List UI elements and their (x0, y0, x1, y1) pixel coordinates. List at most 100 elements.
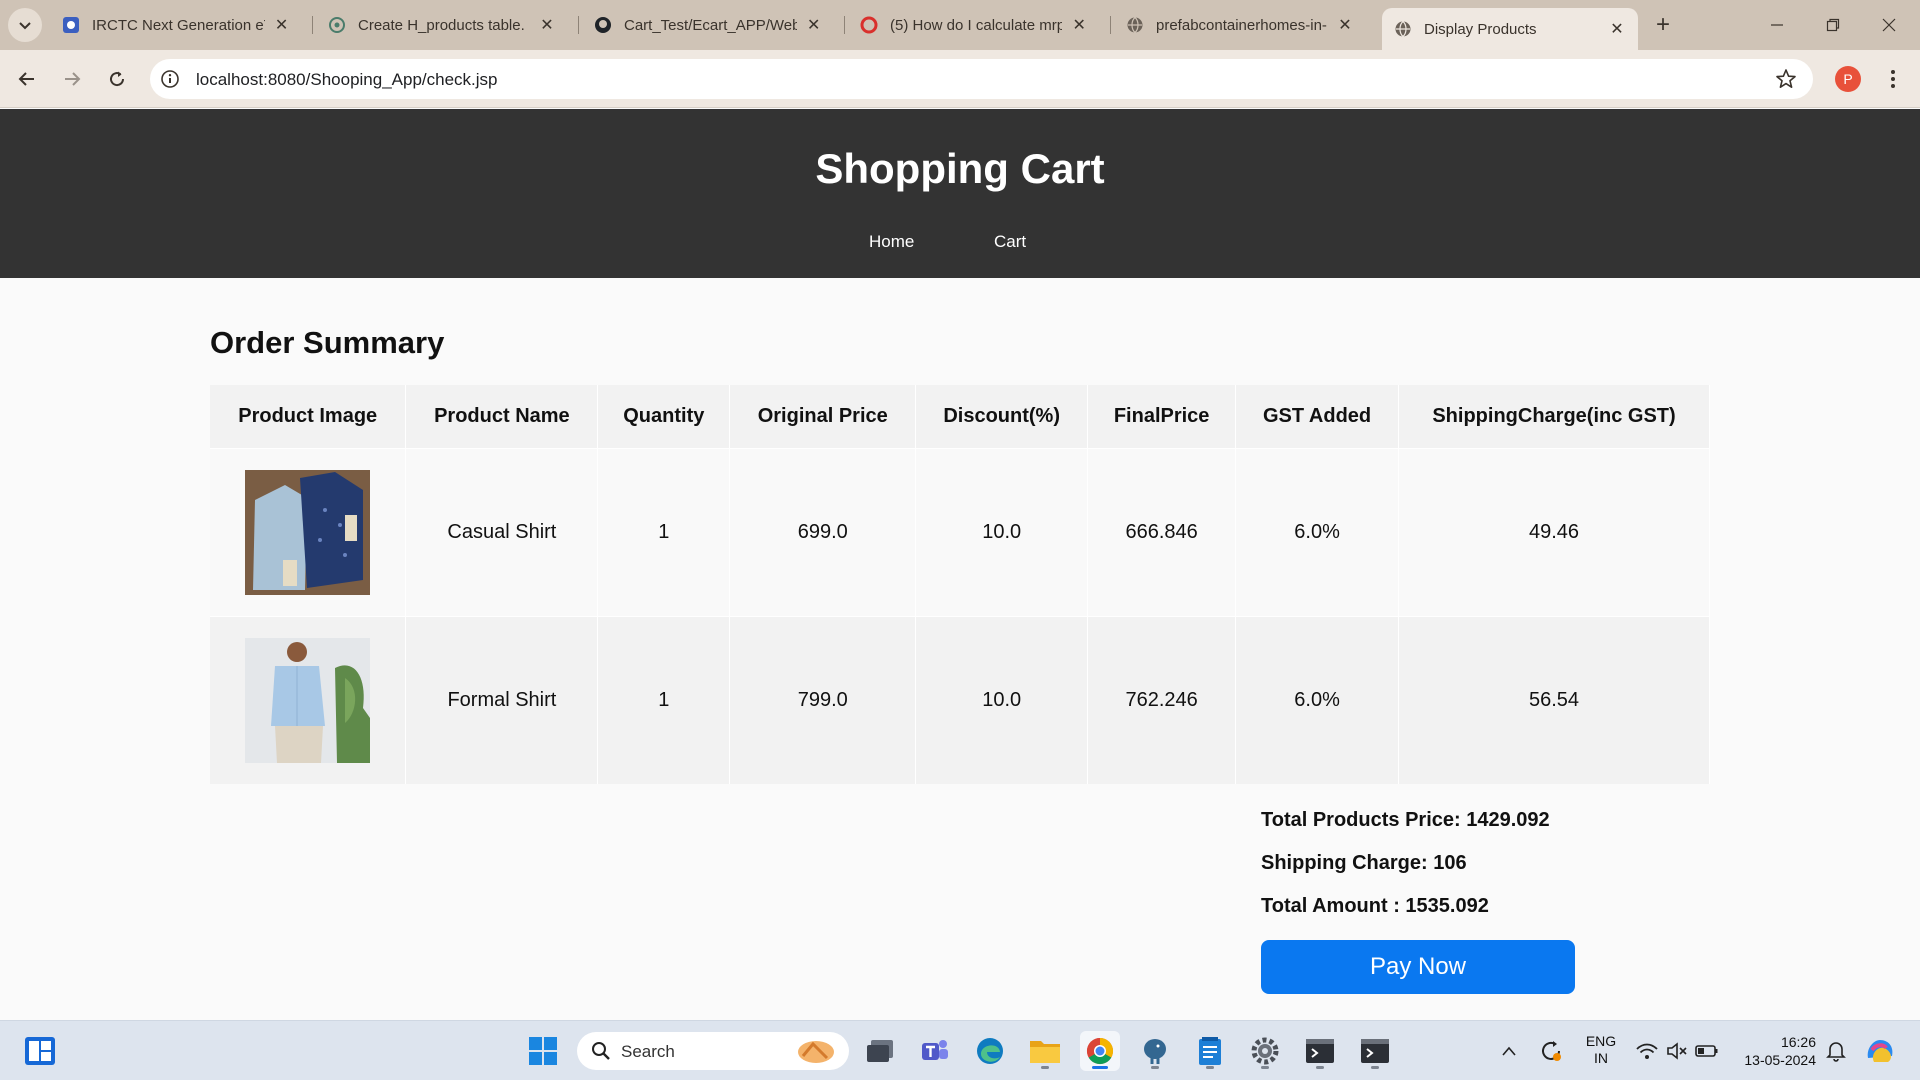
tab-prefab[interactable]: prefabcontainerhomes-in- ✕ (1114, 8, 1366, 42)
product-name-cell: Formal Shirt (405, 615, 599, 784)
settings-button[interactable] (1245, 1031, 1285, 1071)
close-icon[interactable]: ✕ (538, 16, 556, 34)
product-image-cell (210, 615, 407, 784)
original-price-cell: 699.0 (729, 447, 917, 616)
taskbar-search-box[interactable]: Search (577, 1032, 849, 1070)
forward-button[interactable] (55, 62, 89, 96)
quantity-cell: 1 (597, 447, 731, 616)
url-text: localhost:8080/Shooping_App/check.jsp (196, 70, 498, 89)
chevron-up-icon (1502, 1046, 1516, 1056)
reload-icon (110, 71, 125, 87)
final-price-cell: 666.846 (1087, 447, 1237, 616)
gst-cell: 6.0% (1235, 447, 1400, 616)
shipping-cell: 56.54 (1398, 615, 1710, 784)
close-icon[interactable]: ✕ (1336, 16, 1354, 34)
tab-title: Cart_Test/Ecart_APP/WebC (624, 16, 798, 34)
product-image-cell (210, 447, 407, 616)
postgresql-elephant-icon (1144, 1039, 1166, 1064)
copilot-button[interactable] (1860, 1031, 1900, 1071)
show-hidden-icons-button[interactable] (1494, 1031, 1524, 1071)
search-icon (592, 1042, 610, 1060)
task-view-icon (867, 1040, 893, 1062)
windows-taskbar: Search ENG IN 16:26 13-05-2024 (0, 1020, 1920, 1080)
browser-menu-button[interactable] (1880, 62, 1906, 96)
tab-search-button[interactable] (8, 8, 42, 42)
language-indicator[interactable]: ENG IN (1580, 1033, 1622, 1067)
clock-date: 13-05-2024 (1744, 1052, 1816, 1068)
battery-button[interactable] (1690, 1031, 1724, 1071)
edge-button[interactable] (970, 1031, 1010, 1071)
windows-logo-icon (529, 1037, 557, 1065)
minimize-button[interactable] (1754, 8, 1800, 42)
volume-button[interactable] (1660, 1031, 1694, 1071)
github-icon (594, 16, 612, 34)
discount-cell: 10.0 (915, 615, 1089, 784)
profile-avatar[interactable]: P (1835, 66, 1861, 92)
site-header: Shopping Cart Home Cart (0, 109, 1920, 278)
table-row: Casual Shirt 1 699.0 10.0 666.846 6.0% 4… (210, 447, 1710, 616)
clock-time: 16:26 (1780, 1034, 1816, 1050)
close-icon[interactable]: ✕ (1070, 16, 1088, 34)
file-explorer-button[interactable] (1025, 1031, 1065, 1071)
notepad-button[interactable] (1190, 1031, 1230, 1071)
tab-irctc[interactable]: IRCTC Next Generation eTi ✕ (50, 8, 302, 42)
network-button[interactable] (1630, 1031, 1664, 1071)
clock[interactable]: 16:26 13-05-2024 (1730, 1033, 1816, 1069)
nav-cart-link[interactable]: Cart (994, 232, 1026, 252)
final-price-cell: 762.246 (1087, 615, 1237, 784)
tab-chatgpt[interactable]: Create H_products table. ✕ (316, 8, 568, 42)
globe-icon (1126, 16, 1144, 34)
notepad-icon (1199, 1037, 1221, 1065)
task-view-button[interactable] (860, 1031, 900, 1071)
site-info-icon[interactable] (160, 69, 180, 89)
terminal-button-1[interactable] (1300, 1031, 1340, 1071)
start-button[interactable] (523, 1031, 563, 1071)
close-window-button[interactable] (1866, 8, 1912, 42)
pay-now-button[interactable]: Pay Now (1261, 940, 1575, 994)
bell-icon (1826, 1042, 1846, 1062)
back-button[interactable] (10, 62, 44, 96)
close-icon[interactable]: ✕ (805, 16, 822, 34)
close-icon[interactable]: ✕ (273, 16, 290, 34)
teams-icon (922, 1040, 948, 1060)
tab-github[interactable]: Cart_Test/Ecart_APP/WebC ✕ (582, 8, 834, 42)
chrome-button[interactable] (1080, 1031, 1120, 1071)
terminal-button-2[interactable] (1355, 1031, 1395, 1071)
edge-browser-icon (977, 1038, 1003, 1064)
arrow-right-icon (65, 72, 81, 86)
sync-tray-button[interactable] (1534, 1031, 1568, 1071)
column-header: FinalPrice (1087, 385, 1237, 448)
tab-display-products[interactable]: Display Products ✕ (1382, 8, 1638, 50)
language-code: ENG (1585, 1033, 1617, 1049)
close-icon[interactable]: ✕ (1608, 20, 1626, 38)
column-header: Quantity (597, 385, 731, 448)
gst-cell: 6.0% (1235, 615, 1400, 784)
new-tab-button[interactable]: + (1648, 10, 1678, 40)
bookmark-star-icon[interactable] (1775, 68, 1797, 90)
terminal-icon (1361, 1039, 1389, 1063)
nav-home-link[interactable]: Home (869, 232, 914, 252)
tab-title: Display Products (1424, 20, 1537, 38)
postgresql-button[interactable] (1135, 1031, 1175, 1071)
gear-icon (1251, 1037, 1279, 1065)
restore-button[interactable] (1810, 8, 1856, 42)
reload-button[interactable] (100, 62, 134, 96)
arrow-left-icon (18, 72, 34, 86)
casual-shirt-image (245, 469, 371, 595)
column-header: ShippingCharge(inc GST) (1398, 385, 1710, 448)
search-highlight-icon (798, 1041, 834, 1063)
globe-icon (1394, 20, 1412, 38)
teams-button[interactable] (915, 1031, 955, 1071)
tab-quora[interactable]: (5) How do I calculate mrp ✕ (848, 8, 1100, 42)
notifications-button[interactable] (1821, 1031, 1851, 1071)
plus-icon: + (1655, 11, 1670, 38)
shipping-charge-total: Shipping Charge: 106 (1261, 852, 1467, 874)
browser-tab-strip: IRCTC Next Generation eTi ✕ Create H_pro… (0, 0, 1920, 50)
order-summary-heading: Order Summary (210, 325, 445, 360)
page-title: Shopping Cart (815, 145, 1105, 192)
widgets-button[interactable] (20, 1031, 60, 1071)
tab-title: Create H_products table. (358, 16, 525, 34)
address-bar[interactable]: localhost:8080/Shooping_App/check.jsp (150, 59, 1813, 99)
widgets-icon (25, 1037, 55, 1065)
formal-shirt-image (245, 637, 371, 763)
